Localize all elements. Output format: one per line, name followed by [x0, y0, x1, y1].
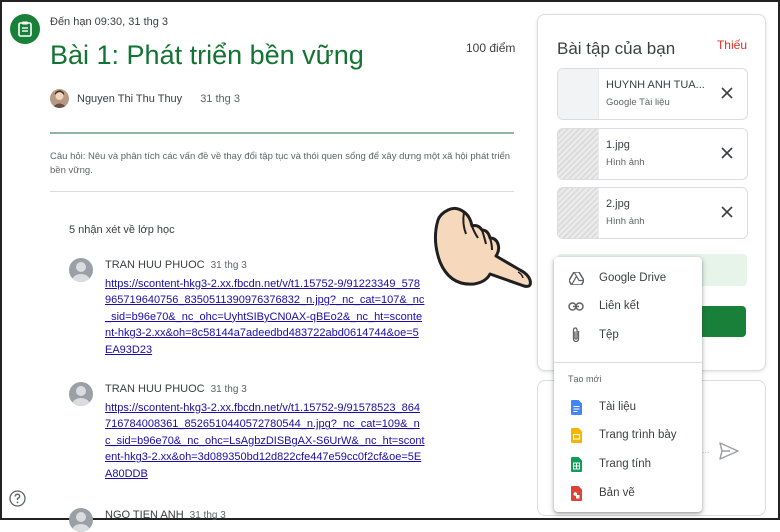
author-name: Nguyen Thi Thu Thuy	[77, 92, 183, 105]
submit-button[interactable]	[697, 306, 746, 337]
avatar	[69, 258, 93, 282]
file-thumbnail	[558, 188, 599, 238]
due-date: Đến hạn 09:30, 31 thg 3	[50, 16, 169, 28]
drawings-icon	[568, 485, 584, 501]
close-icon[interactable]	[720, 146, 734, 160]
menu-item-slides[interactable]: Trang trình bày	[554, 421, 702, 449]
menu-section-label: Tạo mới	[568, 374, 602, 384]
file-type: Hình ảnh	[606, 157, 645, 168]
comment-link[interactable]: https://scontent-hkg3-2.xx.fbcdn.net/v/t…	[105, 276, 425, 358]
menu-item-drawings[interactable]: Bản vẽ	[554, 479, 702, 507]
menu-item-sheets[interactable]: Trang tính	[554, 450, 702, 478]
menu-item-docs[interactable]: Tài liệu	[554, 393, 702, 421]
avatar	[69, 382, 93, 406]
comment-author: TRAN HUU PHUOC	[105, 383, 205, 395]
file-thumbnail	[558, 69, 599, 119]
docs-icon	[568, 399, 584, 415]
pointing-hand-icon	[433, 206, 532, 288]
menu-item-file[interactable]: Tệp	[554, 321, 702, 349]
menu-item-label: Trang trình bày	[599, 429, 677, 441]
comment: TRAN HUU PHUOC 31 thg 3 https://scontent-…	[69, 382, 425, 482]
menu-item-link[interactable]: Liên kết	[554, 292, 702, 320]
slides-icon	[568, 427, 584, 443]
divider	[50, 132, 514, 134]
close-icon[interactable]	[720, 86, 734, 100]
comment: NGO TIEN ANH 31 thg 3	[69, 508, 226, 532]
file-name: 2.jpg	[606, 198, 630, 210]
menu-item-label: Liên kết	[599, 300, 640, 312]
menu-item-label: Tệp	[599, 329, 619, 341]
menu-item-label: Tài liệu	[599, 401, 637, 413]
comment-link[interactable]: https://scontent-hkg3-2.xx.fbcdn.net/v/t…	[105, 400, 425, 482]
comment-date: 31 thg 3	[189, 510, 226, 521]
attachment-item[interactable]: 1.jpg Hình ảnh	[557, 128, 748, 180]
menu-item-google-drive[interactable]: Google Drive	[554, 264, 702, 292]
author-row: Nguyen Thi Thu Thuy 31 thg 3	[50, 89, 240, 108]
menu-item-label: Trang tính	[599, 458, 651, 470]
points-label: 100 điểm	[466, 41, 516, 55]
comment-date: 31 thg 3	[210, 384, 247, 395]
avatar	[69, 508, 93, 532]
menu-item-label: Bản vẽ	[599, 487, 635, 499]
paperclip-icon	[568, 327, 584, 343]
divider	[50, 191, 514, 192]
comment-author: TRAN HUU PHUOC	[105, 259, 205, 271]
comments-title: 5 nhận xét về lớp học	[69, 224, 175, 236]
comment: TRAN HUU PHUOC 31 thg 3 https://scontent-…	[69, 258, 425, 358]
panel-title: Bài tập của bạn	[557, 39, 676, 58]
file-thumbnail	[558, 129, 599, 179]
close-icon[interactable]	[720, 205, 734, 219]
status-badge: Thiếu	[716, 38, 747, 52]
file-name: HUYNH ANH TUA...	[606, 79, 705, 91]
attachment-item[interactable]: HUYNH ANH TUA... Google Tài liệu	[557, 68, 748, 120]
send-icon[interactable]	[718, 441, 740, 461]
author-date: 31 thg 3	[200, 92, 240, 105]
assignment-icon	[10, 14, 40, 44]
google-drive-icon	[568, 270, 584, 286]
sheets-icon	[568, 456, 584, 472]
file-name: 1.jpg	[606, 139, 630, 151]
file-type: Hình ảnh	[606, 216, 645, 227]
file-type: Google Tài liệu	[606, 97, 670, 108]
question-text: Câu hỏi: Nêu và phân tích các vấn đề về …	[50, 151, 511, 176]
comment-date: 31 thg 3	[210, 260, 247, 271]
menu-divider	[554, 362, 702, 363]
comment-author: NGO TIEN ANH	[105, 509, 184, 521]
menu-item-label: Google Drive	[599, 272, 667, 284]
avatar	[50, 89, 69, 108]
link-icon	[568, 298, 584, 314]
add-menu: Google Drive Liên kết Tệp Tạo mới Tài li…	[554, 257, 702, 512]
assignment-title: Bài 1: Phát triển bền vững	[50, 40, 364, 70]
attachment-item[interactable]: 2.jpg Hình ảnh	[557, 187, 748, 239]
help-icon[interactable]	[9, 490, 26, 507]
